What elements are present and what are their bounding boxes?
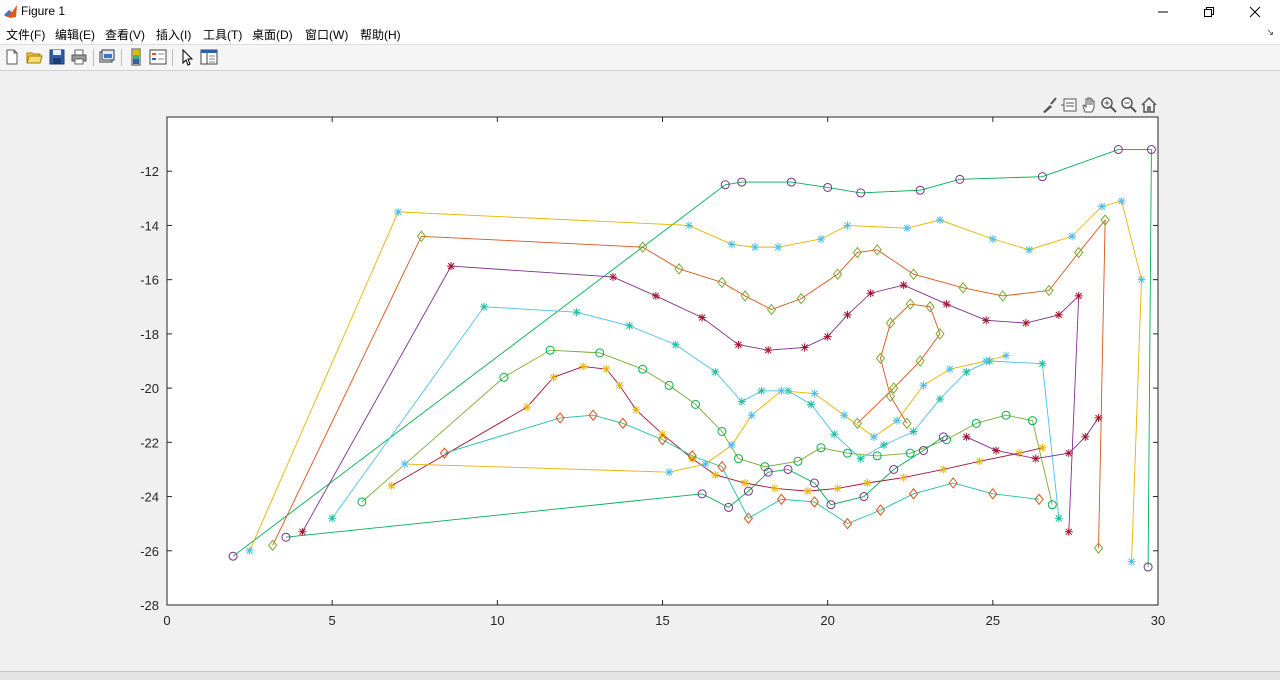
close-icon [1249, 6, 1261, 18]
new-figure-icon[interactable] [3, 48, 21, 66]
matlab-logo-icon [4, 5, 17, 18]
menu-bar: 文件(F) 编辑(E) 查看(V) 插入(I) 工具(T) 桌面(D) 窗口(W… [0, 24, 1280, 45]
toolbar-separator [121, 49, 122, 66]
link-plot-icon[interactable] [98, 48, 116, 66]
property-inspector-icon[interactable] [200, 48, 218, 66]
figure-canvas[interactable] [0, 71, 1280, 671]
toolbar-separator [93, 49, 94, 66]
zoom-out-icon[interactable] [1120, 96, 1138, 114]
figure-toolbar [0, 45, 1280, 71]
menu-edit[interactable]: 编辑(E) [55, 26, 95, 43]
colorbar-icon[interactable] [127, 48, 145, 66]
print-icon[interactable] [70, 48, 88, 66]
menu-window[interactable]: 窗口(W) [305, 26, 348, 43]
close-button[interactable] [1232, 0, 1278, 24]
save-icon[interactable] [48, 48, 66, 66]
menu-insert[interactable]: 插入(I) [156, 26, 191, 43]
data-tips-icon[interactable] [1060, 96, 1078, 114]
restore-icon [1204, 7, 1214, 17]
brush-icon[interactable] [1040, 96, 1058, 114]
menu-tools[interactable]: 工具(T) [203, 26, 242, 43]
pointer-icon[interactable] [178, 48, 196, 66]
menu-desktop[interactable]: 桌面(D) [252, 26, 293, 43]
pan-icon[interactable] [1080, 96, 1098, 114]
restore-button[interactable] [1186, 0, 1232, 24]
minimize-icon [1158, 11, 1168, 13]
dock-arrow-icon[interactable]: ↘ [1266, 27, 1274, 38]
menu-help[interactable]: 帮助(H) [360, 26, 401, 43]
zoom-in-icon[interactable] [1100, 96, 1118, 114]
home-icon[interactable] [1140, 96, 1158, 114]
legend-icon[interactable] [149, 48, 167, 66]
menu-file[interactable]: 文件(F) [6, 26, 45, 43]
minimize-button[interactable] [1140, 0, 1186, 24]
toolbar-separator [172, 49, 173, 66]
window-title: Figure 1 [21, 4, 66, 18]
open-file-icon[interactable] [25, 48, 43, 66]
title-bar: Figure 1 [0, 0, 1280, 24]
menu-view[interactable]: 查看(V) [105, 26, 145, 43]
